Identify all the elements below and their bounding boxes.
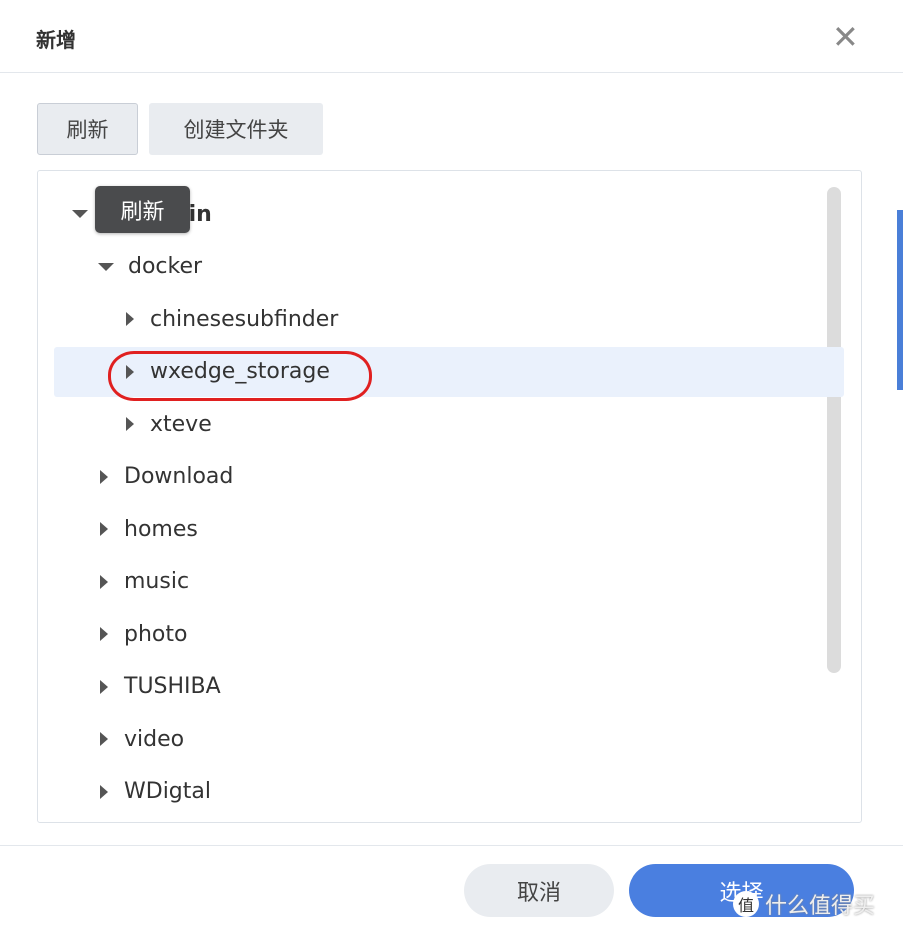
tree-item[interactable]: chinesesubfinder <box>54 294 844 344</box>
caret-down-icon[interactable] <box>72 210 88 218</box>
caret-right-icon[interactable] <box>100 522 108 536</box>
tooltip: 刷新 <box>95 186 190 233</box>
watermark: 值什么值得买 <box>733 888 875 920</box>
tree-item[interactable]: photo <box>54 609 844 659</box>
cancel-button[interactable]: 取消 <box>464 864 614 917</box>
tree-item-label: video <box>124 726 185 752</box>
create-folder-button[interactable]: 创建文件夹 <box>149 103 323 155</box>
watermark-text: 什么值得买 <box>765 894 876 919</box>
caret-right-icon[interactable] <box>100 469 108 484</box>
caret-down-icon[interactable] <box>98 262 114 271</box>
tree-item-label: TUSHIBA <box>124 674 221 699</box>
close-icon[interactable]: ✕ <box>832 18 859 56</box>
tree-item-label: Download <box>124 464 234 489</box>
tree-item-label: chinesesubfinder <box>150 306 339 332</box>
caret-right-icon[interactable] <box>100 679 108 694</box>
footer-divider <box>0 845 903 846</box>
dialog-header: 新增 ✕ <box>0 0 903 73</box>
tree-item[interactable]: TUSHIBA <box>54 662 844 712</box>
tree-item[interactable]: video <box>54 714 844 764</box>
tree-item-label: docker <box>128 254 203 279</box>
tree-item[interactable]: docker <box>54 242 844 292</box>
tree-item-label: xteve <box>150 411 212 437</box>
caret-right-icon[interactable] <box>126 312 134 326</box>
tree-item-label: WDigtal <box>124 779 211 804</box>
tree-item-label: homes <box>124 516 198 542</box>
caret-right-icon[interactable] <box>126 417 134 431</box>
highlight-annotation <box>108 351 372 401</box>
caret-right-icon[interactable] <box>100 732 108 746</box>
tree-item[interactable]: Download <box>54 452 844 502</box>
tree-item[interactable]: music <box>54 557 844 607</box>
background-window-edge <box>897 210 903 390</box>
tree-item[interactable]: homes <box>54 504 844 554</box>
dialog-title: 新增 <box>36 28 76 52</box>
tree-item[interactable]: WDigtal <box>54 767 844 817</box>
caret-right-icon[interactable] <box>100 627 108 641</box>
caret-right-icon[interactable] <box>100 574 108 589</box>
caret-right-icon[interactable] <box>100 784 108 799</box>
tree-item[interactable]: xteve <box>54 399 844 449</box>
watermark-badge: 值 <box>733 891 759 917</box>
folder-tree: Hengyjindockerchinesesubfinderwxedge_sto… <box>37 170 862 823</box>
refresh-button[interactable]: 刷新 <box>37 103 138 155</box>
tree-item-label: photo <box>124 621 188 647</box>
tree-item-label: music <box>124 569 190 594</box>
